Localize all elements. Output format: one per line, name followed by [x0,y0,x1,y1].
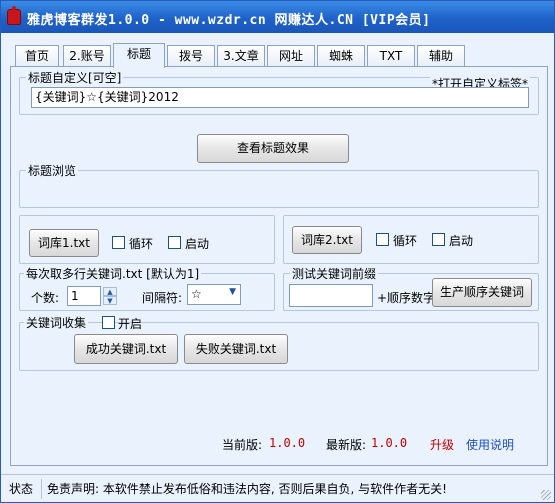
generate-keywords-button[interactable]: 生产顺序关键词 [432,278,532,307]
tab-content-panel: 标题自定义[可空] *打开自定义标签* {关键词}☆{关键词}2012 查看标题… [10,66,548,466]
count-label: 个数: [31,291,60,305]
title-preview-group: 标题浏览 [19,162,539,208]
wordlib1-start-label: 启动 [185,237,210,251]
multi-keyword-legend: 每次取多行关键词.txt [默认为1] [24,265,202,282]
current-version-label: 当前版: [222,438,263,452]
chevron-down-icon: ▼ [229,287,236,297]
wordlib1-loop-checkbox[interactable] [112,236,125,249]
status-bar: 状态 免责声明: 本软件禁止发布低俗和违法内容, 否则后果自负, 与软件作者无关… [1,474,554,502]
status-label: 状态 [9,482,34,496]
disclaimer-text: 免责声明: 本软件禁止发布低俗和违法内容, 否则后果自负, 与软件作者无关! [47,482,447,496]
title-custom-legend: 标题自定义[可空] [26,69,124,86]
latest-version-label: 最新版: [326,438,367,452]
help-link[interactable]: 使用说明 [466,436,514,453]
wordlib2-start-label: 启动 [449,234,474,248]
tab-articles[interactable]: 3.文章 [217,45,265,67]
count-spinner[interactable]: ▲ ▼ [103,287,117,305]
tab-home[interactable]: 首页 [15,45,59,67]
tab-tools[interactable]: 辅助 [417,45,465,67]
tab-dial[interactable]: 拨号 [167,45,215,67]
title-template-input[interactable]: {关键词}☆{关键词}2012 [31,87,529,108]
separator-label: 间隔符: [142,291,183,305]
success-keywords-button[interactable]: 成功关键词.txt [74,334,178,364]
upgrade-link[interactable]: 升级 [430,436,454,453]
title-preview-legend: 标题浏览 [26,162,79,179]
preview-title-button[interactable]: 查看标题效果 [197,134,349,163]
spin-up-icon[interactable]: ▲ [103,287,117,296]
wordlib2-button[interactable]: 词库2.txt [292,226,362,254]
keyword-prefix-input[interactable] [289,284,373,307]
keyword-collect-legend: 关键词收集 [24,314,89,331]
tab-urls[interactable]: 网址 [267,45,315,67]
wordlib2-loop-label: 循环 [393,234,418,248]
collect-enable-checkbox[interactable] [102,316,115,329]
tab-accounts[interactable]: 2.账号 [63,45,111,67]
separator-select[interactable]: ☆ ▼ [187,284,241,305]
test-prefix-legend: 测试关键词前缀 [290,265,379,282]
title-bar[interactable]: 雅虎博客群发1.0.0 - www.wzdr.cn 网赚达人.CN [VIP会员… [1,1,554,33]
collect-enable-label: 开启 [118,317,143,331]
resize-grip-icon[interactable] [541,490,551,500]
spin-down-icon[interactable]: ▼ [103,296,117,305]
latest-version-value: 1.0.0 [371,436,408,450]
tab-spider[interactable]: 蜘蛛 [317,45,365,67]
separator-value: ☆ [191,287,202,301]
sequence-number-label: +顺序数字 [377,291,436,305]
wordlib2-start-checkbox[interactable] [432,233,445,246]
wordlib1-start-checkbox[interactable] [168,236,181,249]
status-divider [41,479,42,499]
wordlib2-loop-checkbox[interactable] [376,233,389,246]
window-title: 雅虎博客群发1.0.0 - www.wzdr.cn 网赚达人.CN [VIP会员… [27,13,431,28]
tab-title[interactable]: 标题 [113,43,165,68]
failed-keywords-button[interactable]: 失败关键词.txt [184,334,288,364]
current-version-value: 1.0.0 [269,436,306,450]
tab-txt[interactable]: TXT [367,45,415,67]
count-input[interactable]: 1 [67,286,101,306]
app-logo-icon [7,6,21,25]
wordlib1-loop-label: 循环 [129,237,154,251]
wordlib1-button[interactable]: 词库1.txt [29,229,99,257]
app-window: 雅虎博客群发1.0.0 - www.wzdr.cn 网赚达人.CN [VIP会员… [0,0,555,503]
